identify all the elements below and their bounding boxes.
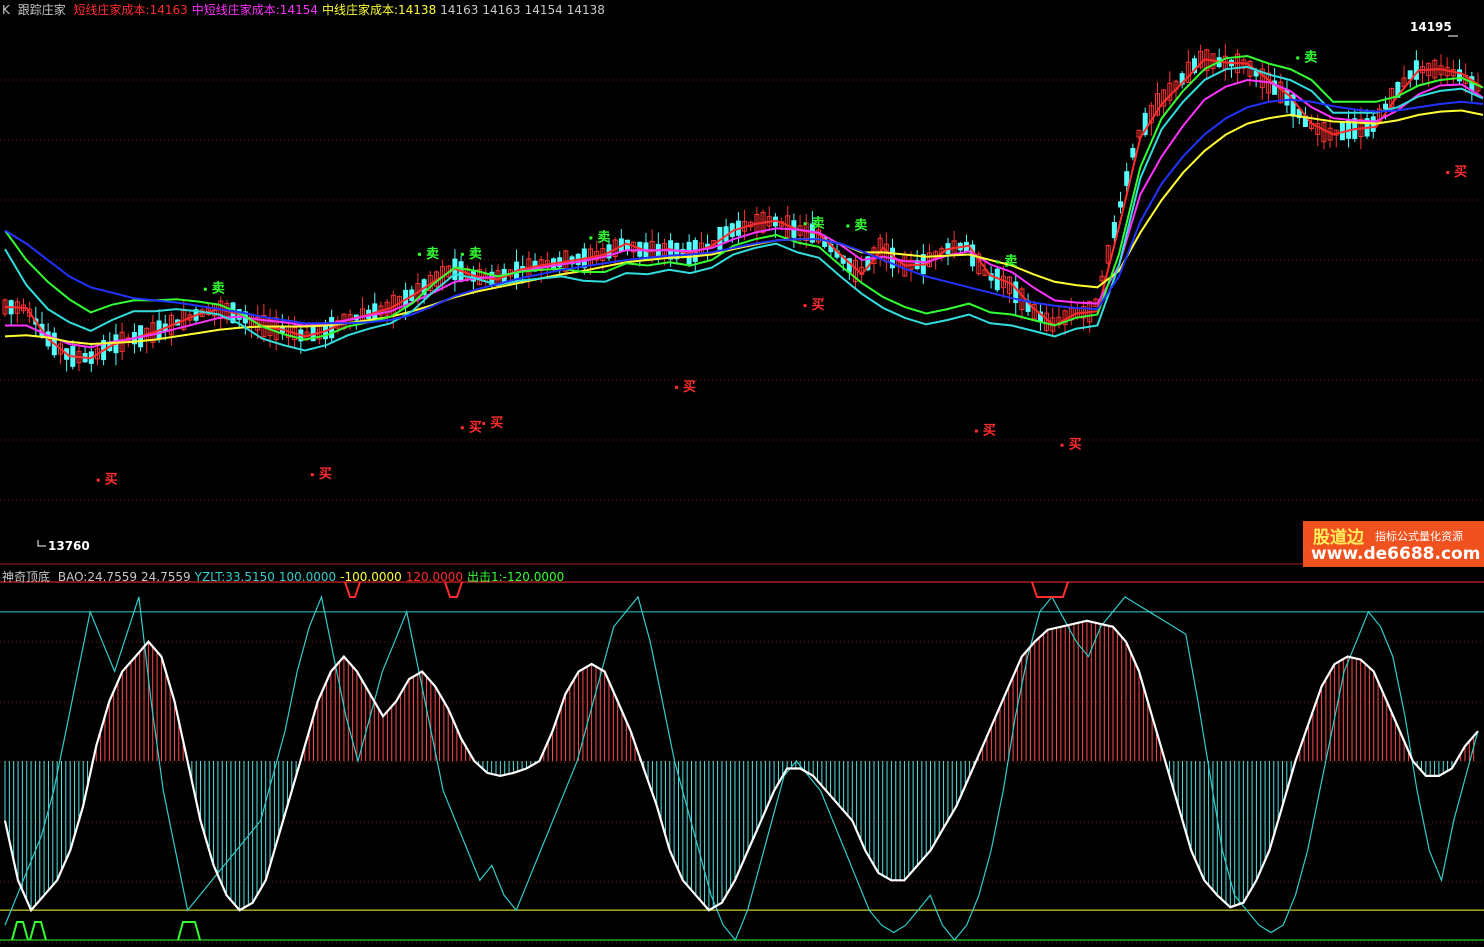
candle-body bbox=[1118, 201, 1124, 208]
signal-label: 买 bbox=[490, 416, 503, 431]
candlestick-series[interactable] bbox=[2, 43, 1481, 372]
cost-line-3 bbox=[4, 54, 1484, 341]
period-label[interactable]: K bbox=[2, 3, 10, 17]
bottom-signal-notch bbox=[11, 921, 29, 941]
main-legend-item-5: 14154 bbox=[524, 3, 563, 17]
indicator-name[interactable]: 跟踪庄家 bbox=[18, 3, 66, 17]
signal-labels: 买卖买卖卖买买卖买卖卖买卖买买卖买卖买 bbox=[96, 49, 1467, 488]
yzlt-line bbox=[4, 594, 1479, 942]
signal-marker bbox=[803, 304, 807, 308]
high-price-label: 14195 bbox=[1410, 20, 1452, 34]
signal-label: 买 bbox=[1454, 165, 1467, 180]
signal-marker bbox=[974, 429, 978, 433]
signal-marker bbox=[460, 426, 464, 430]
grid-lines bbox=[0, 79, 1484, 565]
signal-marker bbox=[803, 222, 807, 226]
signal-label: 卖 bbox=[597, 229, 610, 245]
signal-marker bbox=[96, 478, 100, 482]
main-legend-item-6: 14138 bbox=[566, 3, 605, 17]
signal-marker bbox=[417, 252, 421, 256]
signal-label: 卖 bbox=[1304, 49, 1317, 65]
signal-label: 卖 bbox=[469, 246, 482, 262]
indicator-header: 神奇顶底 BAO:24.7559 24.7559 YZLT:33.5150 100.0… bbox=[2, 568, 572, 585]
indicator-legend-item-6: 出击1:-120.0000 bbox=[467, 570, 565, 584]
signal-label: 买 bbox=[983, 424, 996, 439]
signal-marker bbox=[589, 236, 593, 240]
signal-label: 买 bbox=[812, 298, 825, 313]
watermark-url: www.de6688.com bbox=[1311, 544, 1481, 564]
main-legend-item-0: 短线庄家成本:14163 bbox=[73, 3, 188, 17]
signal-marker bbox=[846, 224, 850, 228]
signal-label: 卖 bbox=[1004, 253, 1017, 269]
indicator-legend: BAO:24.7559 24.7559 YZLT:33.5150 100.0000 -1… bbox=[58, 570, 568, 584]
indicator-legend-item-4: -100.0000 bbox=[340, 570, 402, 584]
signal-label: 卖 bbox=[212, 281, 225, 297]
indicator-panel bbox=[0, 581, 1484, 943]
indicator-panel-name[interactable]: 神奇顶底 bbox=[2, 570, 50, 584]
signal-marker bbox=[310, 473, 314, 477]
candle-body bbox=[1111, 221, 1117, 239]
main-legend-item-1: 中短线庄家成本:14154 bbox=[191, 3, 318, 17]
signal-marker bbox=[482, 421, 486, 425]
main-legend-item-4: 14163 bbox=[482, 3, 521, 17]
signal-marker bbox=[460, 252, 464, 256]
main-legend-item-3: 14163 bbox=[440, 3, 479, 17]
indicator-legend-item-2: YZLT:33.5150 bbox=[194, 570, 275, 584]
bottom-signal-notch bbox=[177, 921, 201, 941]
signal-label: 卖 bbox=[426, 246, 439, 262]
low-price-arrow bbox=[37, 540, 46, 547]
signal-label: 买 bbox=[105, 473, 118, 488]
signal-marker bbox=[996, 260, 1000, 264]
low-price-label: 13760 bbox=[48, 539, 90, 553]
indicator-legend-item-5: 120.0000 bbox=[405, 570, 463, 584]
candle-body bbox=[1457, 69, 1463, 82]
watermark-tagline: 指标公式量化资源 bbox=[1375, 530, 1463, 543]
signal-label: 买 bbox=[683, 380, 696, 395]
cost-line-5 bbox=[4, 98, 1484, 325]
signal-marker bbox=[1446, 171, 1450, 174]
signal-marker bbox=[675, 385, 679, 389]
watermark-logo: 股道边 指标公式量化资源 www.de6688.com bbox=[1303, 521, 1484, 567]
signal-label: 卖 bbox=[854, 217, 867, 233]
signal-label: 买 bbox=[1069, 438, 1082, 453]
signal-label: 卖 bbox=[812, 215, 825, 231]
main-legend: 短线庄家成本:14163 中短线庄家成本:14154 中线庄家成本:14138 141… bbox=[74, 3, 609, 17]
indicator-legend-item-1: 24.7559 bbox=[140, 570, 191, 584]
signal-label: 买 bbox=[319, 467, 332, 482]
main-legend-item-2: 中线庄家成本:14138 bbox=[321, 3, 437, 17]
candle-body bbox=[1130, 147, 1136, 158]
main-chart-header: K 跟踪庄家 短线庄家成本:14163 中短线庄家成本:14154 中线庄家成本:1… bbox=[2, 1, 613, 18]
signal-marker bbox=[1296, 56, 1300, 60]
signal-label: 买 bbox=[469, 420, 482, 435]
top-signal-notch bbox=[1031, 581, 1069, 598]
indicator-legend-item-3: 100.0000 bbox=[278, 570, 337, 584]
bottom-signal-notch bbox=[29, 921, 47, 941]
indicator-legend-item-0: BAO:24.7559 bbox=[57, 570, 137, 584]
signal-marker bbox=[1060, 443, 1064, 447]
candle-body bbox=[1383, 103, 1389, 110]
chart-canvas: 买卖买卖卖买买卖买卖卖买卖买买卖买卖买 1419513760 bbox=[0, 20, 1484, 943]
price-annotations: 14195 13760 bbox=[37, 20, 1458, 553]
bao-line bbox=[3, 619, 1479, 913]
signal-marker bbox=[203, 287, 207, 291]
candle-body bbox=[1124, 171, 1130, 187]
